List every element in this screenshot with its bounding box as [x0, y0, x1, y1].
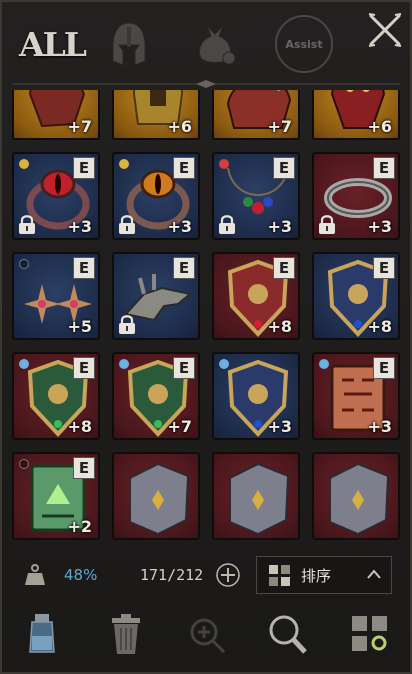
- inventory-slot[interactable]: [112, 452, 200, 540]
- socket-dot: [19, 359, 29, 369]
- assist-label: Assist: [275, 15, 333, 73]
- weight-percent: 48%: [64, 566, 98, 584]
- inventory-slot[interactable]: E +8: [12, 352, 100, 440]
- equipped-badge: E: [73, 357, 95, 379]
- stone-tablet-icon: [129, 462, 190, 536]
- inventory-slot[interactable]: +3: [212, 352, 300, 440]
- grid-filter-icon[interactable]: [348, 612, 392, 656]
- equipped-badge: E: [273, 157, 295, 179]
- enhance-level: +3: [367, 417, 392, 436]
- close-icon[interactable]: [365, 10, 405, 50]
- trash-can-icon[interactable]: [104, 612, 148, 656]
- inventory-slot[interactable]: +6: [112, 90, 200, 140]
- equipped-badge: E: [173, 157, 195, 179]
- zoom-in-icon[interactable]: [184, 612, 228, 656]
- enhance-level: +2: [67, 517, 92, 536]
- equipped-badge: E: [173, 257, 195, 279]
- inventory-slot[interactable]: E +3: [12, 152, 100, 240]
- equipped-badge: E: [373, 357, 395, 379]
- socket-dot: [19, 459, 29, 469]
- equipped-badge: E: [373, 257, 395, 279]
- enhance-level: +5: [67, 317, 92, 336]
- socket-dot: [19, 159, 29, 169]
- lock-icon: [119, 315, 135, 334]
- inventory-slot[interactable]: E +7: [112, 352, 200, 440]
- lock-icon: [319, 215, 335, 234]
- weight-icon: [25, 564, 45, 585]
- equipped-badge: E: [73, 457, 95, 479]
- equipped-badge: E: [173, 357, 195, 379]
- enhance-level: +3: [267, 217, 292, 236]
- category-tabs: ALL Assist: [0, 0, 412, 88]
- inventory-slot[interactable]: E +3: [312, 152, 400, 240]
- tab-all[interactable]: ALL: [19, 14, 87, 74]
- enhance-level: +3: [367, 217, 392, 236]
- inventory-slot[interactable]: E +3: [112, 152, 200, 240]
- inventory-slot[interactable]: E +8: [212, 252, 300, 340]
- sort-label: 排序: [301, 567, 332, 585]
- inventory-grid: +7 +6 +7 +6 E +3 E +3 E +3 E +3 E +5 E E +8 E +8 E +8 E +7 +3 E +…: [12, 90, 400, 545]
- tab-loot[interactable]: [188, 14, 242, 74]
- stone-tablet-icon: [229, 462, 290, 536]
- inventory-slot[interactable]: [312, 452, 400, 540]
- stone-tablet-icon: [329, 462, 390, 536]
- enhance-level: +8: [67, 417, 92, 436]
- inventory-slot[interactable]: E +5: [12, 252, 100, 340]
- enhance-level: +6: [167, 117, 192, 136]
- inventory-slot[interactable]: E +8: [312, 252, 400, 340]
- helmet-icon: [112, 22, 146, 66]
- tab-equipment[interactable]: [104, 14, 154, 74]
- inventory-slot[interactable]: +7: [212, 90, 300, 140]
- socket-dot: [19, 259, 29, 269]
- socket-dot: [119, 359, 129, 369]
- header-divider: [12, 80, 400, 88]
- socket-dot: [119, 159, 129, 169]
- inventory-slot[interactable]: E +2: [12, 452, 100, 540]
- tab-assist[interactable]: Assist: [272, 14, 336, 74]
- equipped-badge: E: [373, 157, 395, 179]
- enhance-level: +8: [267, 317, 292, 336]
- enhance-level: +7: [67, 117, 92, 136]
- socket-dot: [319, 359, 329, 369]
- inventory-slot[interactable]: E +3: [212, 152, 300, 240]
- enhance-level: +3: [267, 417, 292, 436]
- lock-icon: [219, 215, 235, 234]
- socket-dot: [219, 359, 229, 369]
- expand-capacity-button[interactable]: [215, 562, 241, 588]
- socket-dot: [219, 159, 229, 169]
- lock-icon: [119, 215, 135, 234]
- loot-bag-icon: [198, 25, 236, 65]
- enhance-level: +3: [67, 217, 92, 236]
- enhance-level: +8: [367, 317, 392, 336]
- equipped-badge: E: [273, 257, 295, 279]
- chevron-up-icon: [367, 569, 381, 579]
- inventory-slot[interactable]: [212, 452, 300, 540]
- enhance-level: +3: [167, 217, 192, 236]
- enhance-level: +7: [267, 117, 292, 136]
- enhance-level: +6: [367, 117, 392, 136]
- inventory-slot[interactable]: E +3: [312, 352, 400, 440]
- enhance-level: +7: [167, 417, 192, 436]
- equipped-badge: E: [73, 257, 95, 279]
- inventory-slot[interactable]: +7: [12, 90, 100, 140]
- inventory-slot[interactable]: E: [112, 252, 200, 340]
- equipped-badge: E: [73, 157, 95, 179]
- inventory-slot[interactable]: +6: [312, 90, 400, 140]
- search-icon[interactable]: [264, 612, 308, 656]
- potion-icon[interactable]: [20, 612, 64, 656]
- sort-button[interactable]: 排序: [256, 556, 392, 594]
- inventory-capacity: 171/212: [140, 566, 204, 584]
- lock-icon: [19, 215, 35, 234]
- sort-grid-icon: [269, 565, 290, 586]
